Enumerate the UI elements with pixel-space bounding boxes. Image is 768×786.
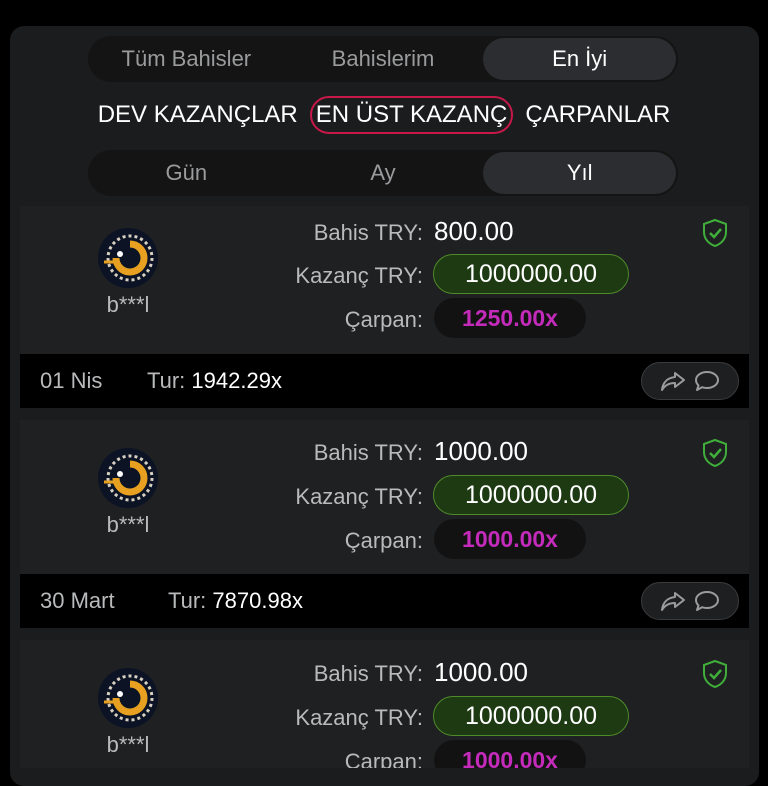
round-label: Tur: <box>168 588 207 613</box>
bet-amount: 1000.00 <box>434 657 528 687</box>
share-chat-button[interactable] <box>641 362 739 400</box>
multiplier-label: Çarpan: <box>344 307 423 332</box>
chat-bubble-icon[interactable] <box>693 589 721 613</box>
period-tabs: Gün Ay Yıl <box>88 150 678 196</box>
nav-multipliers[interactable]: ÇARPANLAR <box>521 97 674 133</box>
avatar <box>98 668 158 728</box>
shield-check-icon <box>703 659 727 689</box>
win-label: Kazanç TRY: <box>295 705 423 730</box>
win-amount: 1000000.00 <box>433 254 629 294</box>
share-icon[interactable] <box>659 589 687 613</box>
bet-footer: 01 Nis Tur: 1942.29x <box>20 354 749 408</box>
chat-bubble-icon[interactable] <box>693 369 721 393</box>
win-amount: 1000000.00 <box>433 475 629 515</box>
win-label: Kazanç TRY: <box>295 484 423 509</box>
bet-amount: 1000.00 <box>434 436 528 466</box>
bet-footer: 30 Mart Tur: 7870.98x <box>20 574 749 628</box>
username: b***l <box>106 292 150 317</box>
share-chat-button[interactable] <box>641 582 739 620</box>
avatar-icon <box>98 668 158 728</box>
avatar <box>98 448 158 508</box>
multiplier-label: Çarpan: <box>344 749 423 768</box>
shield-check-icon <box>703 218 727 248</box>
bet-card: b***l Bahis TRY: 800.00 Kazanç TRY: 1000… <box>20 206 749 408</box>
avatar-icon <box>98 448 158 508</box>
bet-label: Bahis TRY: <box>313 440 423 465</box>
round-info: Tur: 7870.98x <box>168 588 303 614</box>
shield-check-icon <box>703 438 727 468</box>
username: b***l <box>106 512 150 537</box>
multiplier-label: Çarpan: <box>344 528 423 553</box>
bet-label: Bahis TRY: <box>313 661 423 686</box>
username: b***l <box>106 732 150 757</box>
tab-month[interactable]: Ay <box>287 152 480 194</box>
tab-day[interactable]: Gün <box>90 152 283 194</box>
bet-card: b***l Bahis TRY: 1000.00 Kazanç TRY: 100… <box>20 640 749 768</box>
round-label: Tur: <box>147 368 186 393</box>
win-amount: 1000000.00 <box>433 696 629 736</box>
avatar-icon <box>98 228 158 288</box>
avatar <box>98 228 158 288</box>
multiplier-value: 1000.00x <box>434 519 586 559</box>
tab-year[interactable]: Yıl <box>483 152 677 194</box>
bet-card: b***l Bahis TRY: 1000.00 Kazanç TRY: 100… <box>20 420 749 628</box>
bet-date: 01 Nis <box>40 368 103 393</box>
bets-tabs: Tüm Bahisler Bahislerim En İyi <box>88 36 678 82</box>
tab-top[interactable]: En İyi <box>483 38 677 80</box>
bet-label: Bahis TRY: <box>313 220 423 245</box>
round-value: 7870.98x <box>212 588 303 613</box>
round-info: Tur: 1942.29x <box>147 368 282 394</box>
multiplier-value: 1000.00x <box>434 740 586 768</box>
win-label: Kazanç TRY: <box>295 263 423 288</box>
tab-my-bets[interactable]: Bahislerim <box>287 38 480 80</box>
nav-huge-wins[interactable]: DEV KAZANÇLAR <box>94 97 302 133</box>
top-category-nav: DEV KAZANÇLAR EN ÜST KAZANÇ ÇARPANLAR <box>0 93 768 137</box>
round-value: 1942.29x <box>191 368 282 393</box>
share-icon[interactable] <box>659 369 687 393</box>
bet-amount: 800.00 <box>434 216 514 246</box>
nav-biggest-win[interactable]: EN ÜST KAZANÇ <box>309 96 514 134</box>
tab-all-bets[interactable]: Tüm Bahisler <box>90 38 283 80</box>
multiplier-value: 1250.00x <box>434 298 586 338</box>
bet-date: 30 Mart <box>40 588 115 613</box>
